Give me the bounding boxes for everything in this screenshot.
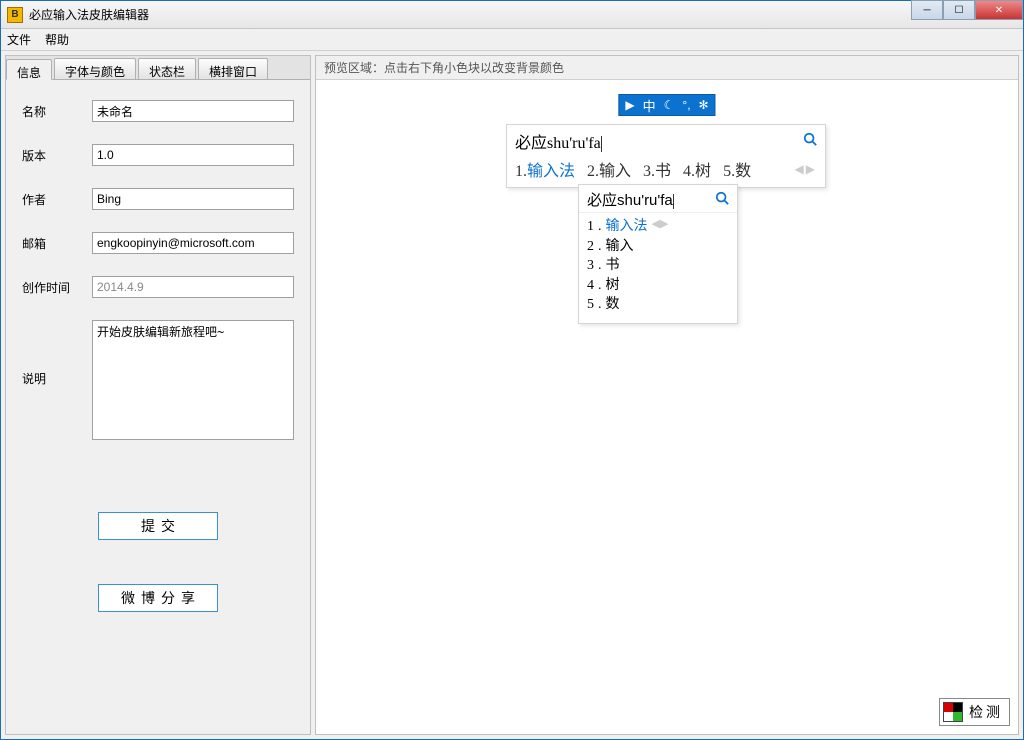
preview-header: 预览区域：点击右下角小色块以改变背景颜色 — [316, 56, 1018, 80]
menu-help[interactable]: 帮助 — [45, 31, 69, 48]
gear-icon[interactable]: ✻ — [699, 98, 709, 112]
input-version[interactable] — [92, 144, 294, 166]
ime-horizontal-window: 必应shu'ru'fa 1.输入法 2.输入 3.书 4.树 5.数 ◀▶ — [506, 124, 826, 188]
close-button[interactable]: ✕ — [975, 0, 1023, 20]
ime-v-candidates[interactable]: 1.输入法◀▶ 2.输入 3.书 4.树 5.数 — [579, 213, 737, 323]
color-swatch-icon — [943, 702, 963, 722]
search-icon[interactable] — [715, 191, 729, 209]
menubar: 文件 帮助 — [1, 29, 1023, 51]
ime-h-candidates[interactable]: 1.输入法 2.输入 3.书 4.树 5.数 ◀▶ — [507, 155, 825, 187]
input-email[interactable] — [92, 232, 294, 254]
ime-status-toolbar[interactable]: ▶ 中 ☾ °, ✻ — [618, 94, 715, 116]
label-author: 作者 — [22, 188, 82, 208]
bing-logo-icon: ▶ — [625, 98, 634, 112]
input-name[interactable] — [92, 100, 294, 122]
punctuation-icon[interactable]: °, — [682, 98, 690, 112]
pager-arrows-icon[interactable]: ◀▶ — [652, 217, 669, 237]
input-created — [92, 276, 294, 298]
titlebar[interactable]: B 必应输入法皮肤编辑器 ─ ☐ ✕ — [1, 1, 1023, 29]
moon-icon[interactable]: ☾ — [664, 98, 675, 112]
ime-mode-indicator[interactable]: 中 — [643, 96, 656, 115]
input-author[interactable] — [92, 188, 294, 210]
label-created: 创作时间 — [22, 276, 82, 296]
search-icon[interactable] — [803, 132, 817, 151]
menu-file[interactable]: 文件 — [7, 31, 31, 48]
label-desc: 说明 — [22, 320, 82, 387]
minimize-button[interactable]: ─ — [911, 0, 943, 20]
ime-vertical-window: 必应shu'ru'fa 1.输入法◀▶ 2.输入 3.书 4.树 5.数 — [578, 184, 738, 324]
pager-arrows-icon[interactable]: ◀▶ — [795, 162, 817, 177]
tab-info[interactable]: 信息 — [6, 59, 52, 80]
ime-v-input: 必应shu'ru'fa — [587, 189, 674, 210]
ime-h-input: 必应shu'ru'fa — [515, 129, 602, 153]
preview-body: ▶ 中 ☾ °, ✻ 必应shu'ru'fa 1.输入法 2. — [316, 80, 1018, 734]
tabs: 信息 字体与颜色 状态栏 横排窗口 — [6, 56, 310, 80]
app-window: B 必应输入法皮肤编辑器 ─ ☐ ✕ 文件 帮助 信息 字体与颜色 状态栏 横排… — [0, 0, 1024, 740]
tab-status-bar[interactable]: 状态栏 — [138, 58, 196, 79]
weibo-share-button[interactable]: 微博分享 — [98, 584, 218, 612]
color-detect-button[interactable]: 检测 — [939, 698, 1010, 726]
tab-horizontal-window[interactable]: 横排窗口 — [198, 58, 268, 79]
detect-label: 检测 — [969, 702, 1003, 722]
input-desc[interactable]: 开始皮肤编辑新旅程吧~ — [92, 320, 294, 440]
label-email: 邮箱 — [22, 232, 82, 252]
submit-button[interactable]: 提交 — [98, 512, 218, 540]
app-icon: B — [7, 7, 23, 23]
maximize-button[interactable]: ☐ — [943, 0, 975, 20]
preview-panel: 预览区域：点击右下角小色块以改变背景颜色 ▶ 中 ☾ °, ✻ 必应shu'ru… — [315, 55, 1019, 735]
window-title: 必应输入法皮肤编辑器 — [29, 6, 149, 23]
tab-font-color[interactable]: 字体与颜色 — [54, 58, 136, 79]
label-version: 版本 — [22, 144, 82, 164]
label-name: 名称 — [22, 100, 82, 120]
left-panel: 信息 字体与颜色 状态栏 横排窗口 名称 版本 作者 — [5, 55, 311, 735]
